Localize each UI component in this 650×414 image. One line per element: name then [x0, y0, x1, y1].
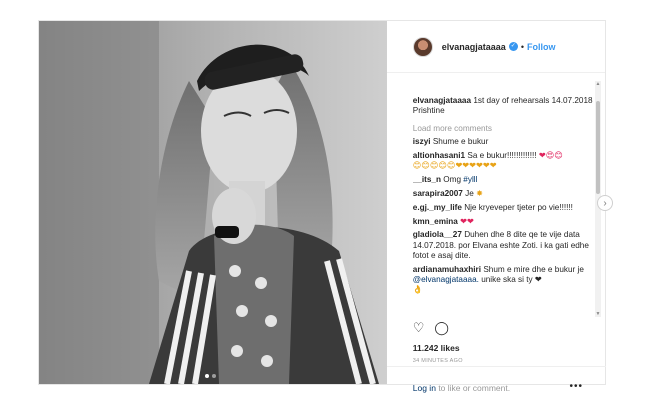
- caption: elvanagjataaaa 1st day of rehearsals 14.…: [413, 96, 596, 117]
- comment-mention-link[interactable]: @elvanagjataaaa.: [413, 275, 479, 284]
- carousel-dot: [212, 374, 216, 378]
- comment-text: Shum e mire dhe e bukur je: [483, 264, 584, 274]
- comment-emoji: ❤❤: [460, 216, 474, 226]
- comment-username[interactable]: __its_n: [413, 175, 441, 184]
- comment-hashtag-link[interactable]: #ylll: [463, 175, 477, 184]
- next-photo-button[interactable]: ›: [597, 195, 613, 211]
- scroll-down-arrow-icon[interactable]: ▼: [595, 311, 601, 317]
- caption-username[interactable]: elvanagjataaaa: [413, 96, 471, 105]
- post-sidebar: elvanagjataaaa ✓ • Follow elvanagjataaaa…: [386, 21, 606, 393]
- post-header: elvanagjataaaa ✓ • Follow: [386, 21, 605, 73]
- comment-text: Nje kryeveper tjeter po vie!!!!!!: [464, 202, 573, 212]
- scroll-up-arrow-icon[interactable]: ▲: [595, 81, 601, 87]
- comment-text: Je: [465, 189, 474, 199]
- post-photo[interactable]: [39, 21, 387, 384]
- verified-badge-icon: ✓: [508, 42, 518, 51]
- load-more-comments-link[interactable]: Load more comments: [413, 124, 596, 134]
- comment-text-continued: unike ska si ty ❤: [481, 275, 542, 285]
- comment-username[interactable]: gladiola__27: [413, 230, 462, 239]
- heart-outline-icon[interactable]: ♡: [413, 321, 425, 335]
- more-options-icon[interactable]: •••: [569, 381, 583, 392]
- follow-button[interactable]: Follow: [527, 42, 556, 52]
- comment-bubble-icon[interactable]: ◯: [434, 321, 449, 335]
- carousel-dots: [205, 374, 216, 378]
- comment-username[interactable]: ardianamuhaxhiri: [413, 265, 481, 274]
- comment-emoji: ❤😍😊: [538, 151, 563, 161]
- login-prompt-text: to like or comment.: [438, 383, 511, 393]
- login-prompt: Log in to like or comment.: [413, 383, 510, 393]
- comment-username[interactable]: e.gj._my_life: [413, 203, 462, 212]
- comment-emoji-line: 👌: [412, 285, 423, 295]
- comment: gladiola__27 Duhen dhe 8 dite qe te vije…: [413, 230, 596, 261]
- comment-emoji: ✸: [476, 189, 483, 199]
- comment: altionhasani1 Sa e bukur!!!!!!!!!!!!! ❤😍…: [413, 151, 596, 172]
- caption-location: Prishtine: [412, 106, 445, 116]
- comment-text: Sa e bukur!!!!!!!!!!!!!: [467, 151, 537, 161]
- header-username[interactable]: elvanagjataaaa: [442, 42, 506, 52]
- comment: kmn_emina ❤❤: [413, 217, 596, 227]
- header-separator: •: [520, 41, 524, 52]
- likes-count[interactable]: 11.242 likes: [413, 343, 460, 353]
- comment-username[interactable]: iszyi: [413, 137, 431, 146]
- comment-text: Omg: [443, 175, 462, 185]
- comment: sarapira2007 Je ✸: [413, 189, 596, 199]
- comment-emoji-line: 😊😊😊😊😊❤❤❤❤❤❤: [412, 161, 497, 171]
- comment-username[interactable]: kmn_emina: [413, 217, 458, 226]
- photo-image: [39, 21, 387, 384]
- comment-text: Shume e bukur: [432, 137, 489, 147]
- comment: ardianamuhaxhiri Shum e mire dhe e bukur…: [413, 265, 596, 296]
- avatar[interactable]: [412, 36, 433, 57]
- caption-text: 1st day of rehearsals 14.07.2018: [473, 96, 593, 105]
- divider: [386, 366, 606, 367]
- login-link[interactable]: Log in: [413, 383, 436, 393]
- comment: e.gj._my_life Nje kryeveper tjeter po vi…: [413, 203, 596, 213]
- comment: iszyi Shume e bukur: [413, 137, 596, 147]
- comment-username[interactable]: sarapira2007: [413, 189, 463, 198]
- scrollbar-thumb[interactable]: [596, 101, 600, 194]
- comment-username[interactable]: altionhasani1: [413, 151, 465, 160]
- comments-list[interactable]: elvanagjataaaa 1st day of rehearsals 14.…: [413, 74, 596, 316]
- post-timestamp[interactable]: 34 MINUTES AGO: [413, 358, 463, 364]
- post-card: › elvanagjataaaa ✓ • Follow elvanagjataa…: [38, 20, 613, 393]
- comment: __its_n Omg #ylll: [413, 175, 596, 185]
- post-actions: ♡ ◯: [413, 321, 449, 335]
- carousel-dot: [205, 374, 209, 378]
